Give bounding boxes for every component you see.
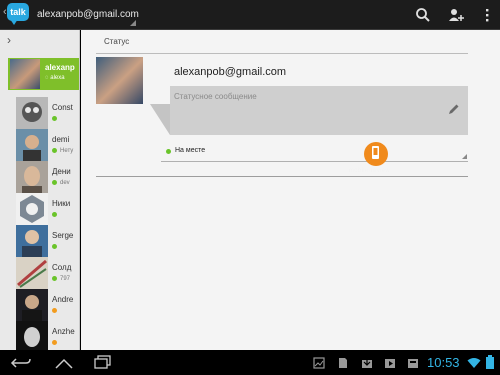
contact-status <box>52 308 60 314</box>
contact-row[interactable]: Ники <box>14 193 79 225</box>
presence-dot <box>52 244 57 249</box>
contact-status <box>52 340 60 346</box>
contact-row[interactable]: Andre <box>14 289 79 321</box>
contact-list: › alexanp ◌ alexa Const demi Нету Дени d… <box>0 30 80 350</box>
action-bar: ‹ talk alexanpob@gmail.com <box>0 0 500 30</box>
contact-status: Нету <box>52 148 73 154</box>
contact-status: 797 <box>52 276 70 282</box>
presence-dot <box>52 340 57 345</box>
contact-name: Const <box>52 103 73 112</box>
divider <box>96 176 468 177</box>
section-title: Статус <box>104 37 130 46</box>
system-bar: 10:53 <box>0 350 500 375</box>
contact-name: Andre <box>52 295 74 304</box>
presence-dot <box>52 276 57 281</box>
contact-status <box>52 212 60 218</box>
battery-icon <box>485 355 495 374</box>
presence-label: На месте <box>175 147 206 154</box>
presence-dropdown[interactable]: На месте <box>161 140 468 162</box>
overflow-menu-icon[interactable] <box>478 6 496 24</box>
presence-dot <box>52 212 57 217</box>
speech-bubble-tail <box>150 104 170 135</box>
presence-dot <box>52 180 57 185</box>
presence-dot <box>166 149 171 154</box>
notification-icon <box>407 356 419 374</box>
contact-name: Anzhe <box>52 327 75 336</box>
logo-tail <box>10 19 18 25</box>
contact-status <box>52 244 60 250</box>
avatar <box>16 97 48 129</box>
contact-row[interactable]: Anzhe <box>14 321 79 350</box>
my-status: ◌ alexa <box>45 75 65 81</box>
back-nav-icon[interactable] <box>10 356 32 374</box>
contact-name: Солд <box>52 263 72 272</box>
play-store-icon <box>384 356 396 374</box>
clock[interactable]: 10:53 <box>427 355 460 370</box>
avatar <box>16 321 48 350</box>
contact-name: demi <box>52 135 70 144</box>
divider <box>96 53 468 54</box>
edit-pencil-icon[interactable] <box>448 102 460 120</box>
contact-row[interactable]: Serge <box>14 225 79 257</box>
avatar <box>16 161 48 193</box>
dropdown-corner-icon <box>462 154 467 159</box>
avatar <box>16 257 48 289</box>
status-message-placeholder: Статусное сообщение <box>174 92 257 101</box>
avatar <box>16 225 48 257</box>
status-panel: Статус alexanpob@gmail.com Статусное соо… <box>81 30 500 350</box>
contact-row[interactable]: demi Нету <box>14 129 79 161</box>
dropdown-corner-icon <box>130 20 136 26</box>
add-friend-icon[interactable] <box>447 6 465 24</box>
my-profile-row[interactable]: alexanp ◌ alexa <box>8 58 79 90</box>
contact-status: dev <box>52 180 70 186</box>
my-avatar <box>10 59 40 89</box>
contact-name: Дени <box>52 167 71 176</box>
sd-card-icon <box>338 356 348 374</box>
avatar <box>16 129 48 161</box>
contact-row[interactable]: Дени dev <box>14 161 79 193</box>
contact-row[interactable]: Const <box>14 97 79 129</box>
collapse-panel-icon[interactable]: › <box>7 33 11 47</box>
search-icon[interactable] <box>414 6 432 24</box>
my-name: alexanp <box>45 63 75 72</box>
wifi-icon <box>467 356 481 374</box>
presence-dot <box>52 308 57 313</box>
recent-apps-icon[interactable] <box>94 355 112 374</box>
contact-name: Serge <box>52 231 74 240</box>
profile-email: alexanpob@gmail.com <box>174 66 287 78</box>
contact-name: Ники <box>52 199 71 208</box>
presence-dot <box>52 148 57 153</box>
home-nav-icon[interactable] <box>54 356 74 374</box>
avatar <box>16 193 48 225</box>
contact-status <box>52 116 60 122</box>
screenshot-icon <box>313 356 325 374</box>
talk-logo-button[interactable]: ‹ talk <box>3 3 29 25</box>
watermark-text: mobile-review <box>349 168 390 174</box>
contact-row[interactable]: Солд 797 <box>14 257 79 289</box>
presence-dot <box>52 116 57 121</box>
download-icon <box>361 356 373 374</box>
avatar <box>16 289 48 321</box>
profile-avatar[interactable] <box>96 57 143 104</box>
account-selector[interactable]: alexanpob@gmail.com <box>37 9 139 20</box>
